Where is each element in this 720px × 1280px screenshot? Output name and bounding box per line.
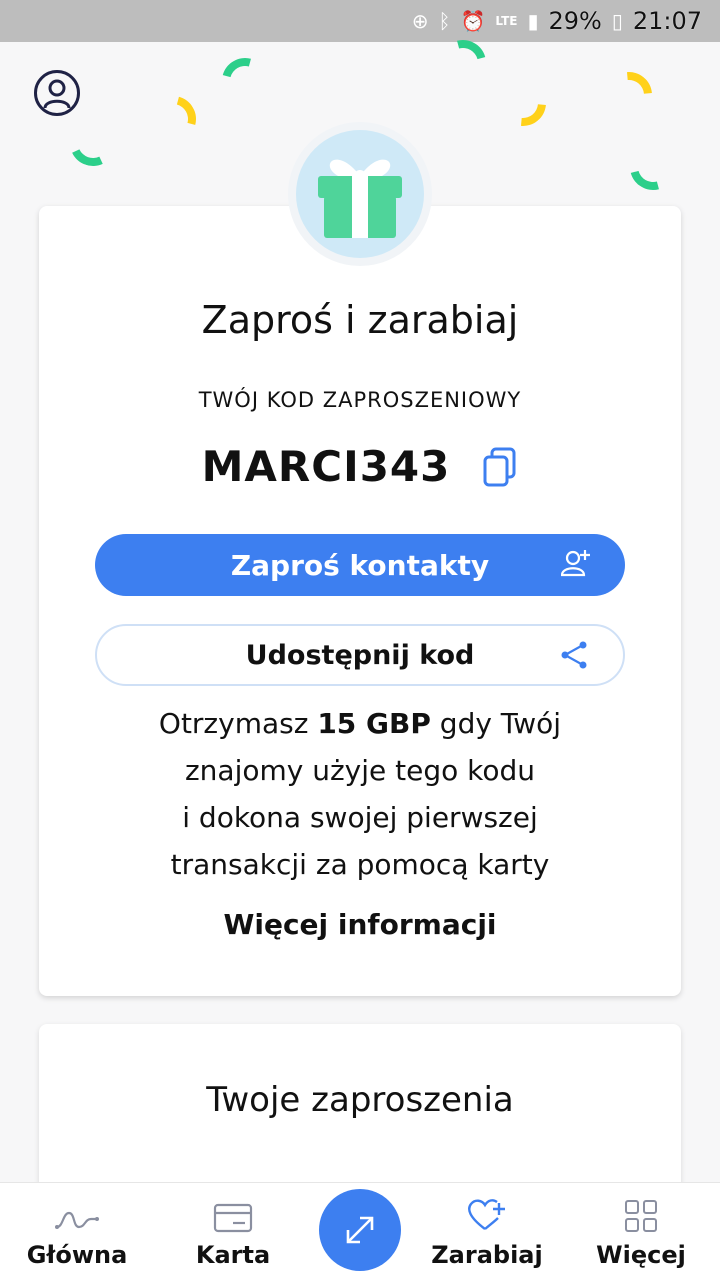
nav-more[interactable]: Więcej bbox=[566, 1183, 716, 1280]
copy-icon bbox=[483, 447, 516, 486]
referral-code: MARCI343 bbox=[201, 442, 451, 491]
confetti-piece bbox=[490, 70, 556, 136]
reward-amount: 15 GBP bbox=[317, 707, 431, 740]
nav-more-label: Więcej bbox=[596, 1241, 686, 1269]
battery-icon: ▯ bbox=[611, 9, 623, 33]
reward-description: Otrzymasz 15 GBP gdy Twój znajomy użyje … bbox=[158, 707, 562, 881]
card-title: Zaproś i zarabiaj bbox=[201, 298, 519, 342]
nav-home-label: Główna bbox=[26, 1241, 128, 1269]
bluetooth-icon: ᛒ bbox=[438, 9, 451, 33]
battery-percent: 29% bbox=[548, 7, 602, 35]
alarm-icon: ⏰ bbox=[460, 9, 486, 33]
share-icon bbox=[561, 641, 587, 669]
add-contact-icon bbox=[561, 550, 590, 577]
invitations-title: Twoje zaproszenia bbox=[206, 1080, 514, 1120]
confetti-piece bbox=[213, 49, 277, 113]
nav-home[interactable]: Główna bbox=[2, 1183, 152, 1280]
invite-contacts-label: Zaproś kontakty bbox=[230, 548, 490, 582]
expand-arrows-icon bbox=[346, 1216, 374, 1244]
activity-icon bbox=[55, 1211, 99, 1229]
nav-earn[interactable]: Zarabiaj bbox=[412, 1183, 562, 1280]
clock: 21:07 bbox=[632, 7, 702, 35]
gift-icon bbox=[318, 159, 402, 238]
referral-card: Zaproś i zarabiaj TWÓJ KOD ZAPROSZENIOWY… bbox=[39, 206, 681, 996]
signal-icon: ▮ bbox=[527, 9, 539, 33]
nav-card[interactable]: Karta bbox=[158, 1183, 308, 1280]
nav-earn-label: Zarabiaj bbox=[431, 1241, 543, 1269]
confetti-piece bbox=[141, 87, 205, 151]
status-bar: ⊕ ᛒ ⏰ LTE ▮ 29% ▯ 21:07 bbox=[0, 0, 720, 42]
copy-button[interactable] bbox=[482, 447, 518, 487]
data-saver-icon: ⊕ bbox=[411, 9, 429, 33]
confetti-piece bbox=[596, 62, 662, 128]
more-info-link[interactable]: Więcej informacji bbox=[39, 908, 681, 941]
code-row: MARCI343 bbox=[39, 442, 681, 491]
code-label: TWÓJ KOD ZAPROSZENIOWY bbox=[198, 388, 522, 412]
confetti-piece bbox=[621, 135, 685, 199]
confetti-piece bbox=[63, 113, 123, 173]
share-code-label: Udostępnij kod bbox=[245, 639, 475, 671]
transfer-fab-button[interactable] bbox=[319, 1189, 401, 1271]
grid-icon bbox=[625, 1200, 657, 1232]
nav-card-label: Karta bbox=[195, 1241, 271, 1269]
card-icon bbox=[213, 1203, 253, 1233]
user-icon bbox=[43, 79, 71, 109]
heart-plus-icon bbox=[468, 1199, 505, 1230]
share-code-button[interactable]: Udostępnij kod bbox=[95, 624, 625, 686]
gift-badge bbox=[288, 122, 432, 266]
network-type: LTE bbox=[495, 14, 518, 28]
confetti-piece bbox=[0, 57, 35, 121]
profile-button[interactable] bbox=[34, 70, 80, 116]
invite-contacts-button[interactable]: Zaproś kontakty bbox=[95, 534, 625, 596]
